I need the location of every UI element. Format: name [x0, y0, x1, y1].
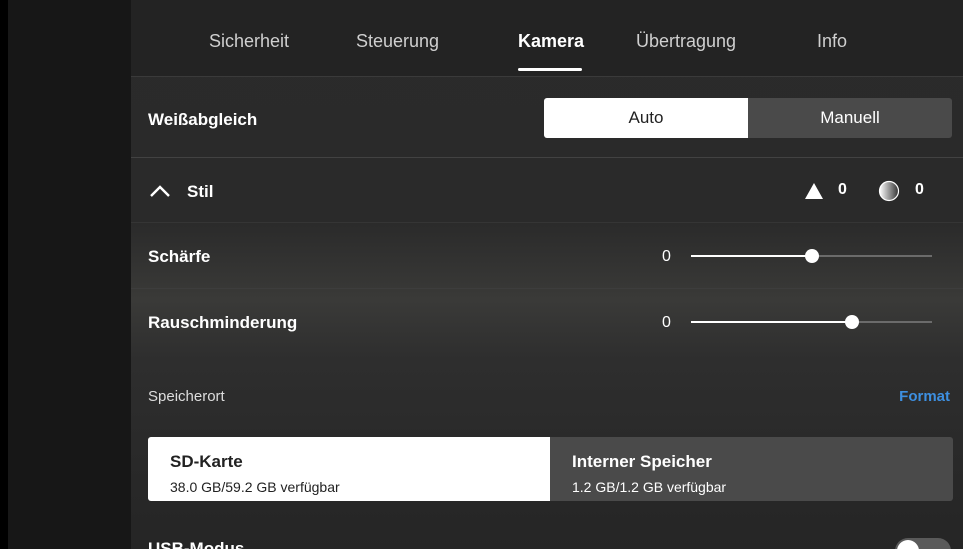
storage-option-title: Interner Speicher	[572, 452, 712, 471]
usb-mode-toggle[interactable]	[895, 538, 951, 549]
tab-bar: Sicherheit Steuerung Kamera Übertragung …	[131, 0, 963, 77]
divider	[131, 157, 963, 158]
style-sharpness-value: 0	[838, 181, 847, 198]
toggle-knob	[897, 540, 919, 549]
usb-mode-label: USB-Modus	[148, 539, 245, 549]
storage-option-subtitle: 38.0 GB/59.2 GB verfügbar	[170, 479, 340, 495]
storage-segmented-control: SD-Karte 38.0 GB/59.2 GB verfügbar Inter…	[148, 437, 953, 501]
format-button[interactable]: Format	[899, 388, 950, 405]
active-tab-indicator	[518, 68, 582, 71]
settings-panel: Sicherheit Steuerung Kamera Übertragung …	[131, 0, 963, 549]
noise-reduction-label: Rauschminderung	[148, 313, 298, 332]
sharpness-slider-thumb[interactable]	[805, 249, 819, 263]
storage-option-sd-card[interactable]: SD-Karte 38.0 GB/59.2 GB verfügbar	[148, 437, 550, 501]
storage-option-subtitle: 1.2 GB/1.2 GB verfügbar	[572, 479, 727, 495]
white-balance-label: Weißabgleich	[148, 110, 258, 129]
noise-reduction-slider[interactable]	[691, 315, 932, 329]
style-label: Stil	[187, 182, 214, 201]
style-noise-value: 0	[915, 181, 924, 198]
chevron-up-icon	[150, 185, 170, 197]
divider	[131, 288, 963, 289]
left-edge	[0, 0, 8, 549]
noise-reduction-value: 0	[662, 314, 671, 331]
sharpness-value: 0	[662, 248, 671, 265]
storage-location-label: Speicherort	[148, 388, 225, 405]
circle-gradient-icon	[878, 180, 900, 202]
tab-uebertragung[interactable]: Übertragung	[636, 31, 736, 52]
storage-option-title: SD-Karte	[170, 452, 243, 471]
tab-sicherheit[interactable]: Sicherheit	[209, 31, 289, 52]
sharpness-slider[interactable]	[691, 249, 932, 263]
white-balance-segmented-control: Auto Manuell	[544, 98, 952, 138]
white-balance-manual-option[interactable]: Manuell	[748, 98, 952, 138]
triangle-icon	[805, 183, 823, 199]
noise-reduction-slider-thumb[interactable]	[845, 315, 859, 329]
tab-kamera[interactable]: Kamera	[518, 31, 584, 52]
sharpness-slider-fill	[691, 255, 812, 257]
noise-reduction-slider-fill	[691, 321, 852, 323]
tab-steuerung[interactable]: Steuerung	[356, 31, 439, 52]
divider	[131, 222, 963, 223]
storage-option-internal[interactable]: Interner Speicher 1.2 GB/1.2 GB verfügba…	[550, 437, 952, 501]
left-margin	[8, 0, 131, 549]
sharpness-label: Schärfe	[148, 247, 211, 266]
white-balance-auto-option[interactable]: Auto	[544, 98, 748, 138]
tab-info[interactable]: Info	[817, 31, 847, 52]
